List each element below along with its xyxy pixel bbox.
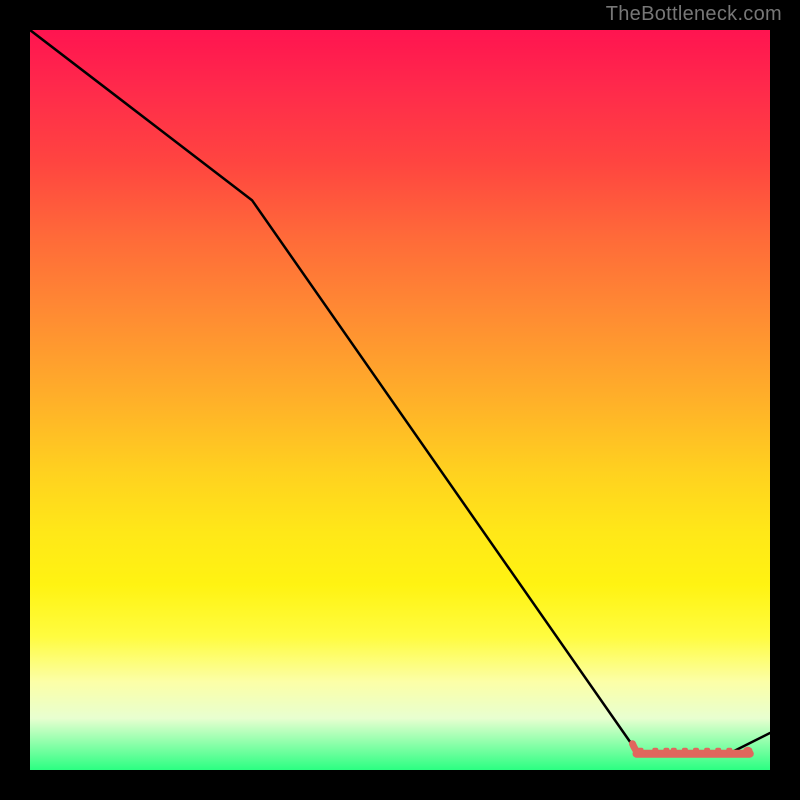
marker-tick bbox=[715, 748, 721, 755]
marker-tick bbox=[704, 748, 710, 755]
flat-region-markers bbox=[633, 744, 753, 757]
marker-tick bbox=[671, 748, 677, 755]
chart-overlay bbox=[30, 30, 770, 770]
watermark-text: TheBottleneck.com bbox=[606, 3, 782, 26]
main-curve bbox=[30, 30, 770, 755]
marker-tick bbox=[682, 748, 688, 755]
marker-tick bbox=[726, 748, 732, 755]
marker-tick bbox=[663, 748, 669, 755]
marker-tick bbox=[693, 748, 699, 755]
marker-dot bbox=[743, 747, 753, 757]
marker-tick bbox=[652, 748, 658, 755]
plot-area bbox=[30, 30, 770, 770]
